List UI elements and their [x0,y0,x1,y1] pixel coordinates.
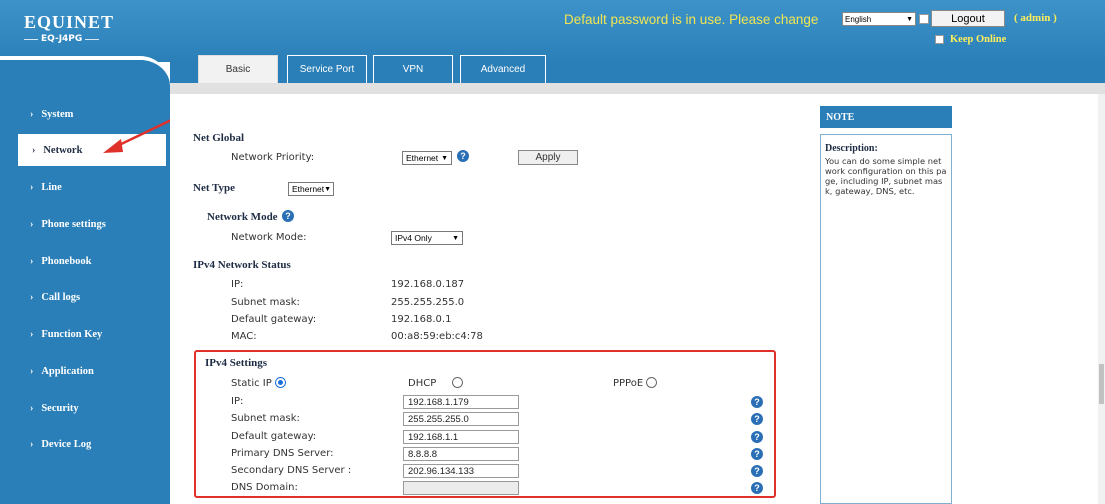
chevron-right-icon: › [30,108,34,120]
primary-dns-label: Primary DNS Server: [231,448,334,459]
note-text: You can do some simple network configura… [825,156,947,196]
tab-vpn[interactable]: VPN [373,55,453,83]
pppoe-label: PPPoE [613,378,644,389]
sidebar-item-device-log[interactable]: › Device Log [0,428,166,460]
status-mac-value: 00:a8:59:eb:c4:78 [391,331,483,342]
keep-online-option[interactable]: Keep Online [935,34,1006,45]
help-icon[interactable]: ? [751,413,763,425]
note-title: Description: [825,143,878,154]
logout-button[interactable]: Logout [931,10,1005,27]
net-type-select[interactable]: Ethernet ▼ [288,182,334,196]
sidebar-item-call-logs[interactable]: › Call logs [0,281,166,313]
network-mode-title: Network Mode [207,211,278,223]
ip-input[interactable]: 192.168.1.179 [403,395,519,409]
note-panel: Description: You can do some simple netw… [820,134,952,504]
help-icon[interactable]: ? [751,465,763,477]
chevron-right-icon: › [30,402,34,414]
help-icon[interactable]: ? [751,396,763,408]
logo: EQUINET EQ-J4PG [24,12,114,44]
chevron-down-icon: ▼ [906,15,913,23]
pppoe-radio[interactable] [646,377,657,388]
primary-dns-input[interactable]: 8.8.8.8 [403,447,519,461]
help-icon[interactable]: ? [457,150,469,162]
help-icon[interactable]: ? [282,210,294,222]
language-select[interactable]: English ▼ [842,12,916,26]
sidebar-item-application[interactable]: › Application [0,355,166,387]
ipv4-settings-title: IPv4 Settings [205,357,268,369]
apply-button[interactable]: Apply [518,150,578,165]
help-icon[interactable]: ? [751,431,763,443]
status-gateway-value: 192.168.0.1 [391,314,452,325]
header-checkbox[interactable] [919,14,929,24]
help-icon[interactable]: ? [751,448,763,460]
scrollbar-thumb[interactable] [1099,364,1104,404]
current-user: ( admin ) [1014,12,1057,24]
status-ip-value: 192.168.0.187 [391,279,465,290]
chevron-right-icon: › [30,181,34,193]
ip-label: IP: [231,396,244,407]
status-ip-label: IP: [231,279,244,290]
sidebar-item-phonebook[interactable]: › Phonebook [0,245,166,277]
chevron-down-icon: ▼ [324,185,332,193]
static-ip-radio[interactable] [275,377,286,388]
chevron-right-icon: › [30,365,34,377]
status-mask-label: Subnet mask: [231,297,300,308]
chevron-right-icon: › [30,291,34,303]
chevron-right-icon: › [30,218,34,230]
network-priority-label: Network Priority: [231,152,315,163]
dns-domain-label: DNS Domain: [231,482,298,493]
ipv4-status-title: IPv4 Network Status [193,259,291,271]
net-global-title: Net Global [193,132,245,144]
model-name: EQ-J4PG [41,34,83,44]
top-bar: EQUINET EQ-J4PG Default password is in u… [0,0,1105,62]
network-priority-select[interactable]: Ethernet ▼ [402,151,452,165]
keep-online-checkbox[interactable] [935,35,944,44]
sidebar-item-security[interactable]: › Security [0,392,166,424]
network-mode-label: Network Mode: [231,232,307,243]
tab-advanced[interactable]: Advanced [460,55,546,83]
sidebar-item-function-key[interactable]: › Function Key [0,318,166,350]
default-gateway-label: Default gateway: [231,431,317,442]
tab-basic[interactable]: Basic [198,55,278,83]
status-mac-label: MAC: [231,331,257,342]
dhcp-label: DHCP [408,378,437,389]
chevron-right-icon: › [32,144,36,156]
dns-domain-input[interactable] [403,481,519,495]
note-header: NOTE [820,106,952,128]
default-password-warning[interactable]: Default password is in use. Please chang… [564,12,818,27]
chevron-right-icon: › [30,255,34,267]
chevron-right-icon: › [30,438,34,450]
secondary-dns-label: Secondary DNS Server : [231,465,352,476]
logo-text: EQUINET [24,12,115,32]
chevron-down-icon: ▼ [452,234,459,242]
static-ip-label: Static IP [231,378,272,389]
network-mode-select[interactable]: IPv4 Only ▼ [391,231,463,245]
subnet-mask-label: Subnet mask: [231,413,300,424]
status-mask-value: 255.255.255.0 [391,297,465,308]
status-gateway-label: Default gateway: [231,314,317,325]
sidebar-item-phone-settings[interactable]: › Phone settings [0,208,166,240]
help-icon[interactable]: ? [751,482,763,494]
subnet-mask-input[interactable]: 255.255.255.0 [403,412,519,426]
dhcp-radio[interactable] [452,377,463,388]
scrollbar[interactable] [1098,94,1105,504]
sidebar-item-line[interactable]: › Line [0,171,166,203]
secondary-dns-input[interactable]: 202.96.134.133 [403,464,519,478]
tab-service-port[interactable]: Service Port [287,55,367,83]
net-type-title: Net Type [193,182,236,194]
chevron-down-icon: ▼ [441,154,448,162]
chevron-right-icon: › [30,328,34,340]
default-gateway-input[interactable]: 192.168.1.1 [403,430,519,444]
